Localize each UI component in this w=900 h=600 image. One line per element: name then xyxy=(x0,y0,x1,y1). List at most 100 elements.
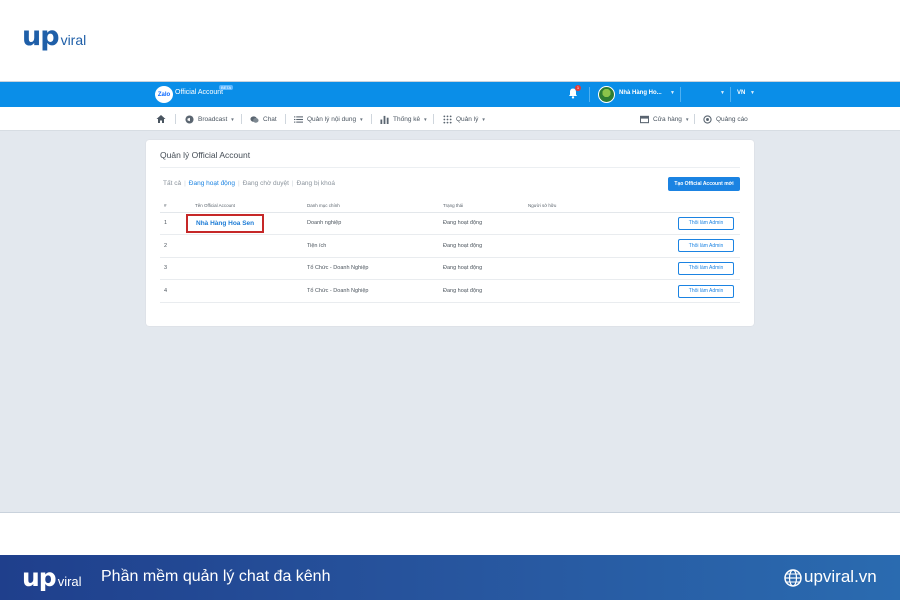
topbar-divider xyxy=(730,87,731,102)
oa-management-card: Quản lý Official Account Tất cả | Đang h… xyxy=(146,140,754,326)
language-selector[interactable]: VN xyxy=(737,90,745,96)
chevron-down-icon: ▼ xyxy=(684,116,690,122)
nav-divider xyxy=(694,114,695,124)
nav-chat[interactable]: Chat xyxy=(250,107,277,131)
row-index: 4 xyxy=(160,279,185,303)
row-owner xyxy=(528,212,668,236)
topbar-divider xyxy=(589,87,590,102)
zalo-logo-icon[interactable]: Zalo xyxy=(155,86,173,103)
bar-chart-icon xyxy=(380,115,389,124)
row-action: Thôi làm Admin xyxy=(668,212,740,236)
nav-broadcast[interactable]: Broadcast ▼ xyxy=(185,107,235,131)
nav-divider xyxy=(433,114,434,124)
banner-slogan: Phần mềm quản lý chat đa kênh xyxy=(101,568,331,585)
list-icon xyxy=(294,115,303,123)
chevron-down-icon: ▼ xyxy=(481,116,486,122)
row-action: Thôi làm Admin xyxy=(668,257,740,281)
chevron-down-icon[interactable]: ▼ xyxy=(670,90,675,96)
nav-broadcast-label: Broadcast xyxy=(198,115,228,123)
header-oa-name: Tên Official Account xyxy=(185,199,307,213)
home-icon xyxy=(156,115,166,123)
row-action: Thôi làm Admin xyxy=(668,279,740,303)
table-row: 2 Tiện ích Đang hoạt động Thôi làm Admin xyxy=(160,234,740,258)
logo-up-text: up xyxy=(22,20,60,52)
topbar-divider xyxy=(680,87,681,102)
header-status: Trạng thái xyxy=(443,199,528,213)
nav-chat-label: Chat xyxy=(263,115,277,123)
nav-divider xyxy=(175,114,176,124)
row-oa-name[interactable] xyxy=(185,279,307,303)
chevron-down-icon[interactable]: ▼ xyxy=(750,90,755,96)
nav-ads[interactable]: Quảng cáo xyxy=(703,107,748,131)
header-category: Danh mục chính xyxy=(307,199,443,213)
row-index: 3 xyxy=(160,257,185,281)
tab-pending[interactable]: Đang chờ duyệt xyxy=(240,180,292,187)
nav-store-label: Cửa hàng xyxy=(653,115,682,123)
nav-store[interactable]: Cửa hàng ▼ xyxy=(640,107,689,131)
logo-viral-text: viral xyxy=(57,574,82,589)
row-oa-name[interactable] xyxy=(185,234,307,258)
leave-admin-button[interactable]: Thôi làm Admin xyxy=(678,261,734,275)
nav-content-label: Quản lý nội dung xyxy=(307,115,357,123)
oa-name-link[interactable]: Nhà Hàng Hoa Sen xyxy=(186,213,265,233)
nav-content[interactable]: Quản lý nội dung ▼ xyxy=(294,107,364,131)
zalo-topbar: Zalo Official Account BETA 1 Nhà Hàng Ho… xyxy=(0,82,900,107)
nav-manage-label: Quản lý xyxy=(456,115,479,123)
upviral-logo-bottom: up viral xyxy=(22,560,82,595)
row-index: 1 xyxy=(160,212,185,236)
chevron-down-icon: ▼ xyxy=(423,116,428,122)
leave-admin-button[interactable]: Thôi làm Admin xyxy=(678,216,734,230)
row-status: Đang hoạt động xyxy=(443,234,528,258)
row-owner xyxy=(528,279,668,303)
logo-up-text: up xyxy=(22,563,57,592)
ads-icon xyxy=(703,114,712,124)
chevron-down-icon: ▼ xyxy=(230,116,235,122)
row-index: 2 xyxy=(160,234,185,258)
table-header-row: # Tên Official Account Danh mục chính Tr… xyxy=(160,199,740,213)
nav-divider xyxy=(241,114,242,124)
table-row: 3 Tổ Chức - Doanh Nghiệp Đang hoạt động … xyxy=(160,257,740,281)
table-row: 1 Nhà Hàng Hoa Sen Doanh nghiệp Đang hoạ… xyxy=(160,212,740,236)
logo-viral-text: viral xyxy=(60,32,87,48)
row-owner xyxy=(528,257,668,281)
row-category: Tổ Chức - Doanh Nghiệp xyxy=(307,279,443,303)
row-oa-name: Nhà Hàng Hoa Sen xyxy=(185,212,307,236)
nav-stats[interactable]: Thống kê ▼ xyxy=(380,107,428,131)
tab-active[interactable]: Đang hoạt động xyxy=(186,180,238,187)
leave-admin-button[interactable]: Thôi làm Admin xyxy=(678,239,734,253)
account-name[interactable]: Nhà Hàng Ho... xyxy=(619,90,662,96)
table-row: 4 Tổ Chức - Doanh Nghiệp Đang hoạt động … xyxy=(160,279,740,303)
row-owner xyxy=(528,234,668,258)
chevron-down-icon[interactable]: ▼ xyxy=(720,90,725,96)
notification-badge: 1 xyxy=(575,85,581,91)
globe-icon xyxy=(784,569,802,587)
row-status: Đang hoạt động xyxy=(443,279,528,303)
upviral-banner: up viral Phần mềm quản lý chat đa kênh u… xyxy=(0,555,900,600)
create-oa-button[interactable]: Tạo Official Account mới xyxy=(668,177,740,191)
tab-all[interactable]: Tất cả xyxy=(160,180,184,187)
chat-icon xyxy=(250,115,259,123)
zalo-oa-title: Official Account xyxy=(175,89,224,96)
leave-admin-button[interactable]: Thôi làm Admin xyxy=(678,284,734,298)
nav-manage[interactable]: Quản lý ▼ xyxy=(443,107,486,131)
card-divider xyxy=(160,167,740,168)
page-title: Quản lý Official Account xyxy=(160,150,251,160)
row-category: Doanh nghiệp xyxy=(307,212,443,236)
nav-ads-label: Quảng cáo xyxy=(716,115,748,123)
nav-divider xyxy=(285,114,286,124)
row-category: Tiện ích xyxy=(307,234,443,258)
header-action xyxy=(668,199,740,213)
tab-locked[interactable]: Đang bị khoá xyxy=(294,180,338,187)
nav-stats-label: Thống kê xyxy=(393,115,421,123)
beta-badge: BETA xyxy=(219,85,234,90)
account-avatar[interactable] xyxy=(598,86,615,103)
row-status: Đang hoạt động xyxy=(443,257,528,281)
grid-icon xyxy=(443,114,452,124)
row-status: Đang hoạt động xyxy=(443,212,528,236)
row-category: Tổ Chức - Doanh Nghiệp xyxy=(307,257,443,281)
nav-home[interactable] xyxy=(156,107,170,131)
row-oa-name[interactable] xyxy=(185,257,307,281)
filter-tabs: Tất cả | Đang hoạt động | Đang chờ duyệt… xyxy=(160,180,338,187)
banner-website[interactable]: upviral.vn xyxy=(804,567,877,587)
header-owner: Người sở hữu xyxy=(528,199,668,213)
